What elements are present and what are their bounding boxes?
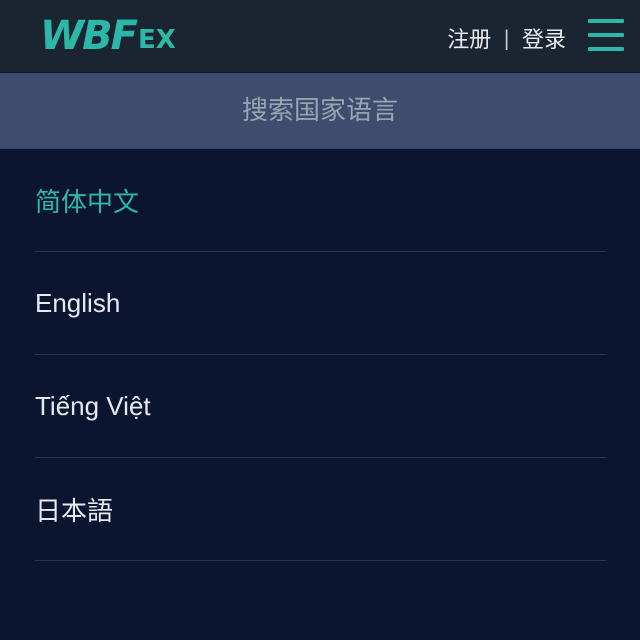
language-search-bar	[0, 73, 640, 149]
auth-separator: |	[503, 26, 510, 50]
logo-sub-text: EX	[137, 25, 176, 55]
register-link[interactable]: 注册	[447, 22, 491, 54]
language-search-input[interactable]	[0, 73, 640, 149]
language-item-zh-cn[interactable]: 简体中文	[35, 149, 606, 252]
language-item-vi[interactable]: Tiếng Việt	[35, 355, 606, 458]
language-item-ja[interactable]: 日本語	[35, 458, 606, 561]
wbfex-logo[interactable]: WBF EX	[40, 12, 176, 56]
language-item-label: Tiếng Việt	[35, 390, 151, 421]
menu-bar-middle	[588, 33, 624, 37]
auth-links: 注册 | 登录	[447, 22, 566, 54]
menu-bar-top	[588, 19, 624, 23]
logo-main-text: WBF	[40, 13, 138, 59]
language-list: 简体中文 English Tiếng Việt 日本語	[35, 149, 606, 561]
hamburger-icon[interactable]	[588, 19, 624, 51]
language-item-label: 简体中文	[35, 186, 140, 217]
menu-bar-bottom	[588, 47, 624, 51]
login-link[interactable]: 登录	[522, 22, 566, 54]
language-item-label: English	[35, 287, 121, 318]
language-item-en[interactable]: English	[35, 252, 606, 355]
language-item-label: 日本語	[35, 495, 114, 526]
app-header: WBF EX 注册 | 登录	[0, 0, 640, 73]
